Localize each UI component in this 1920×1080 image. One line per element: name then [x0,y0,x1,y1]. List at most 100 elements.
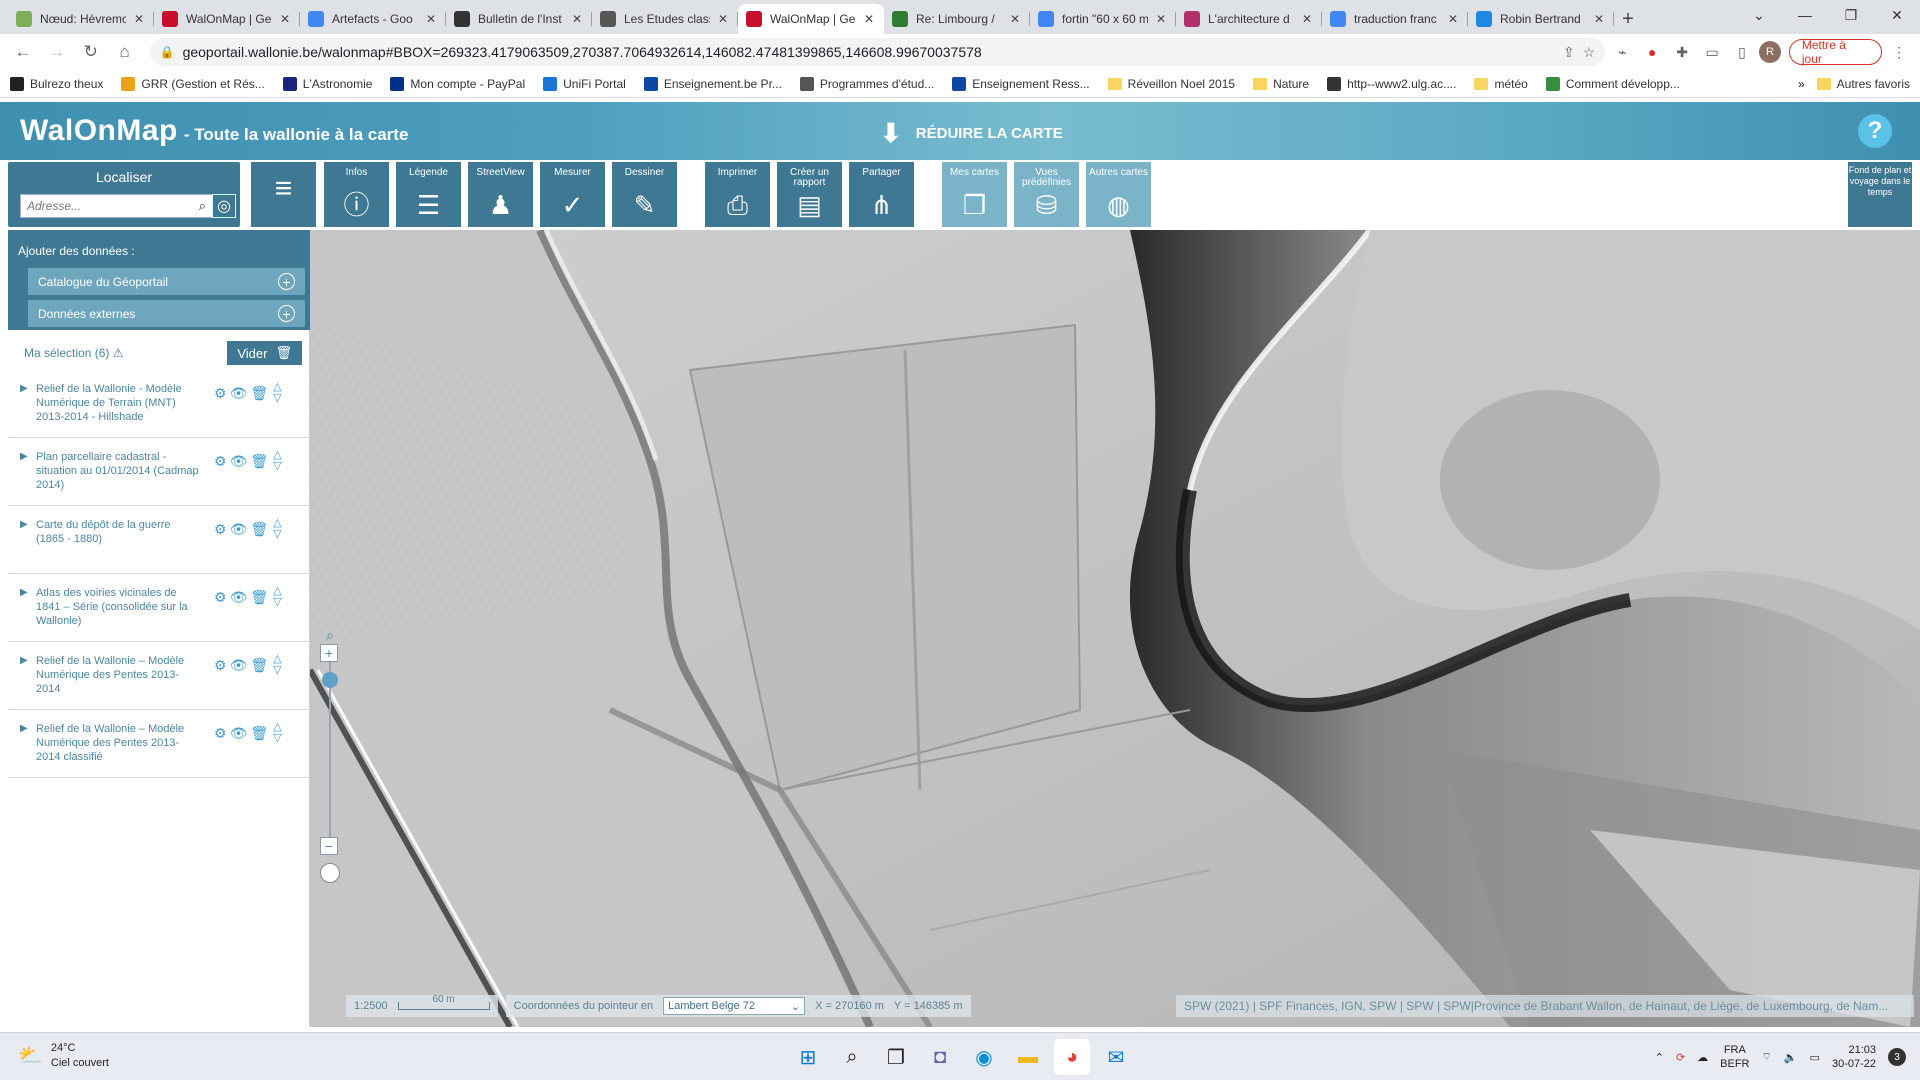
bookmark-item[interactable]: GRR (Gestion et Rés... [121,76,265,91]
tray-chevron-icon[interactable]: ⌃ [1655,1051,1664,1064]
chrome-browser-icon[interactable]: ◕ [1054,1039,1090,1075]
visibility-eye-icon[interactable]: 👁 [230,589,248,606]
map-canvas[interactable]: ⌕ + − 1:2500 60 m Coordonnées du pointeu… [310,230,1920,1027]
bookmark-item[interactable]: http--www2.ulg.ac.... [1327,76,1456,91]
visibility-eye-icon[interactable]: 👁 [230,725,248,742]
clear-selection-button[interactable]: Vider 🗑 [227,341,302,365]
reorder-icon[interactable]: △ ▽ [273,586,281,608]
browser-tab[interactable]: WalOnMap | Ge ✕ [154,4,300,34]
tab-close-icon[interactable]: ✕ [134,12,146,26]
delete-trash-icon[interactable]: 🗑 [250,521,268,538]
report-button[interactable]: Créer un rapport ▤ [777,162,842,227]
predefined-views-button[interactable]: Vues prédéfinies ⛁ [1014,162,1079,227]
plus-icon[interactable]: + [278,305,295,322]
visibility-eye-icon[interactable]: 👁 [230,453,248,470]
profile-avatar[interactable]: R [1758,41,1781,63]
bookmark-item[interactable]: UniFi Portal [543,76,626,91]
browser-tab[interactable]: Bulletin de l'Inst ✕ [446,4,592,34]
move-down-icon[interactable]: ▽ [273,393,281,404]
tab-close-icon[interactable]: ✕ [280,12,292,26]
move-down-icon[interactable]: ▽ [273,461,281,472]
opera-icon[interactable]: ● [1639,39,1665,65]
tab-search-icon[interactable]: ⌄ [1736,0,1782,30]
browser-menu-icon[interactable]: ⋮ [1886,39,1912,65]
reorder-icon[interactable]: △ ▽ [273,450,281,472]
bookmark-item[interactable]: Réveillon Noel 2015 [1107,77,1235,91]
move-down-icon[interactable]: ▽ [273,529,281,540]
lock-icon[interactable]: 🔒 [160,45,175,59]
zoom-out-button[interactable]: − [320,837,338,855]
expand-triangle-icon[interactable]: ▶ [20,451,30,505]
side-panel-icon[interactable]: ▯ [1729,39,1755,65]
layer-name[interactable]: Relief de la Wallonie – Modèle Numérique… [36,654,201,709]
visibility-eye-icon[interactable]: 👁 [230,385,248,402]
bookmark-item[interactable]: Enseignement.be Pr... [643,76,782,91]
geolocate-icon[interactable]: ◎ [212,194,236,218]
sync-icon[interactable]: ⟳ [1676,1051,1685,1064]
warning-icon[interactable]: ⚠ [113,346,124,360]
language-indicator[interactable]: FRA BEFR [1720,1043,1749,1071]
onedrive-icon[interactable]: ☁ [1697,1051,1708,1064]
share-button[interactable]: Partager ⋔ [849,162,914,227]
tab-close-icon[interactable]: ✕ [864,12,876,26]
reorder-icon[interactable]: △ ▽ [273,518,281,540]
back-button[interactable]: ← [8,37,38,67]
reduce-map-button[interactable]: ⬇ RÉDUIRE LA CARTE [880,118,1063,149]
draw-button[interactable]: Dessiner ✎ [612,162,677,227]
share-icon[interactable]: ⇪ [1563,44,1575,61]
visibility-eye-icon[interactable]: 👁 [230,521,248,538]
tab-close-icon[interactable]: ✕ [1594,12,1606,26]
tab-close-icon[interactable]: ✕ [718,12,730,26]
file-explorer-icon[interactable]: ▬ [1010,1039,1046,1075]
battery-icon[interactable]: ▭ [1810,1051,1820,1064]
browser-tab[interactable]: traduction franc ✕ [1322,4,1468,34]
app-brand[interactable]: WalOnMap - Toute la wallonie à la carte [20,114,408,148]
other-maps-button[interactable]: Autres cartes ◍ [1086,162,1151,227]
mail-icon[interactable]: ✉ [1098,1039,1134,1075]
move-down-icon[interactable]: ▽ [273,597,281,608]
restore-button[interactable]: ❐ [1828,0,1874,30]
reload-button[interactable]: ↻ [76,37,106,67]
browser-tab[interactable]: Robin Bertrand ✕ [1468,4,1614,34]
delete-trash-icon[interactable]: 🗑 [250,589,268,606]
layer-name[interactable]: Plan parcellaire cadastral - situation a… [36,450,201,505]
close-window-button[interactable]: ✕ [1874,0,1920,30]
reorder-icon[interactable]: △ ▽ [273,654,281,676]
search-icon[interactable]: ⌕ [834,1039,870,1075]
delete-trash-icon[interactable]: 🗑 [250,657,268,674]
wifi-icon[interactable]: ⌔ [1762,1050,1772,1064]
bookmark-item[interactable]: Bulrezo theux [10,76,103,91]
extension-icon[interactable]: ⌁ [1609,39,1635,65]
bookmark-item[interactable]: Nature [1253,77,1309,91]
move-down-icon[interactable]: ▽ [273,733,281,744]
settings-gear-icon[interactable]: ⚙ [214,385,227,402]
expand-triangle-icon[interactable]: ▶ [20,383,30,437]
browser-tab[interactable]: WalOnMap | Ge ✕ [738,4,884,34]
print-button[interactable]: Imprimer ⎙ [705,162,770,227]
expand-triangle-icon[interactable]: ▶ [20,723,30,777]
my-maps-button[interactable]: Mes cartes ❐ [942,162,1007,227]
omnibox[interactable]: 🔒 geoportail.wallonie.be/walonmap#BBOX=2… [149,38,1606,66]
tab-close-icon[interactable]: ✕ [572,12,584,26]
browser-tab[interactable]: L'architecture d ✕ [1176,4,1322,34]
windows-start-icon[interactable]: ⊞ [790,1039,826,1075]
browser-tab[interactable]: fortin "60 x 60 m ✕ [1030,4,1176,34]
measure-button[interactable]: Mesurer ✓ [540,162,605,227]
search-icon[interactable]: ⌕ [199,198,206,214]
basemap-button[interactable]: Fond de plan et voyage dans le temps [1848,162,1912,227]
bookmark-item[interactable]: Enseignement Ress... [952,76,1090,91]
new-tab-button[interactable]: + [1614,4,1642,34]
tab-close-icon[interactable]: ✕ [1448,12,1460,26]
legend-button[interactable]: Légende ☰ [396,162,461,227]
bookmark-item[interactable]: Comment développ... [1545,76,1680,91]
minimize-button[interactable]: — [1782,0,1828,30]
bookmark-item[interactable]: Mon compte - PayPal [390,76,525,91]
reorder-icon[interactable]: △ ▽ [273,722,281,744]
browser-tab[interactable]: Artefacts - Goo ✕ [300,4,446,34]
zoom-slider-handle[interactable] [322,672,338,688]
tab-close-icon[interactable]: ✕ [1156,12,1168,26]
delete-trash-icon[interactable]: 🗑 [250,385,268,402]
move-down-icon[interactable]: ▽ [273,665,281,676]
teams-chat-icon[interactable]: ◘ [922,1039,958,1075]
catalogue-row[interactable]: Catalogue du Géoportail + [28,268,305,295]
